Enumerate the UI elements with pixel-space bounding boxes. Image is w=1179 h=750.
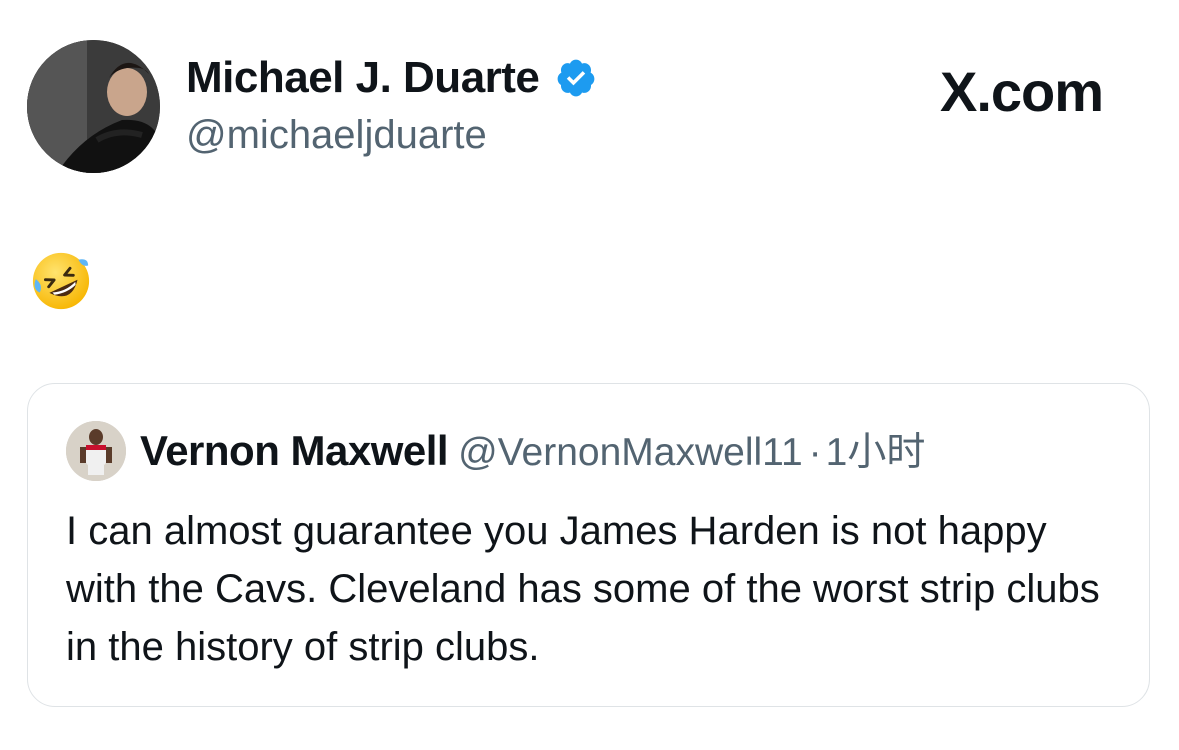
- quoted-post-header: Vernon Maxwell @VernonMaxwell11 · 1小时: [140, 427, 926, 474]
- rolling-laughing-emoji-icon: [32, 252, 90, 310]
- author-display-name[interactable]: Michael J. Duarte: [186, 56, 540, 100]
- author-handle[interactable]: @michaeljduarte: [186, 115, 487, 155]
- quoted-author-handle[interactable]: @VernonMaxwell11: [458, 431, 803, 474]
- brand-label: X.com: [940, 60, 1104, 123]
- quoted-post-card[interactable]: Vernon Maxwell @VernonMaxwell11 · 1小时 I can…: [27, 383, 1150, 707]
- quoted-author-display-name[interactable]: Vernon Maxwell: [140, 427, 449, 474]
- quoted-post-time[interactable]: 1小时: [826, 431, 926, 474]
- quoted-author-avatar-image: [66, 421, 126, 481]
- quoted-post-text: I can almost guarantee you James Harden …: [66, 509, 1100, 669]
- author-avatar[interactable]: [27, 40, 160, 173]
- author-avatar-image: [27, 40, 160, 173]
- meta-separator: ·: [808, 431, 822, 474]
- quoted-author-avatar[interactable]: [66, 421, 126, 481]
- verified-badge-icon: [557, 59, 595, 97]
